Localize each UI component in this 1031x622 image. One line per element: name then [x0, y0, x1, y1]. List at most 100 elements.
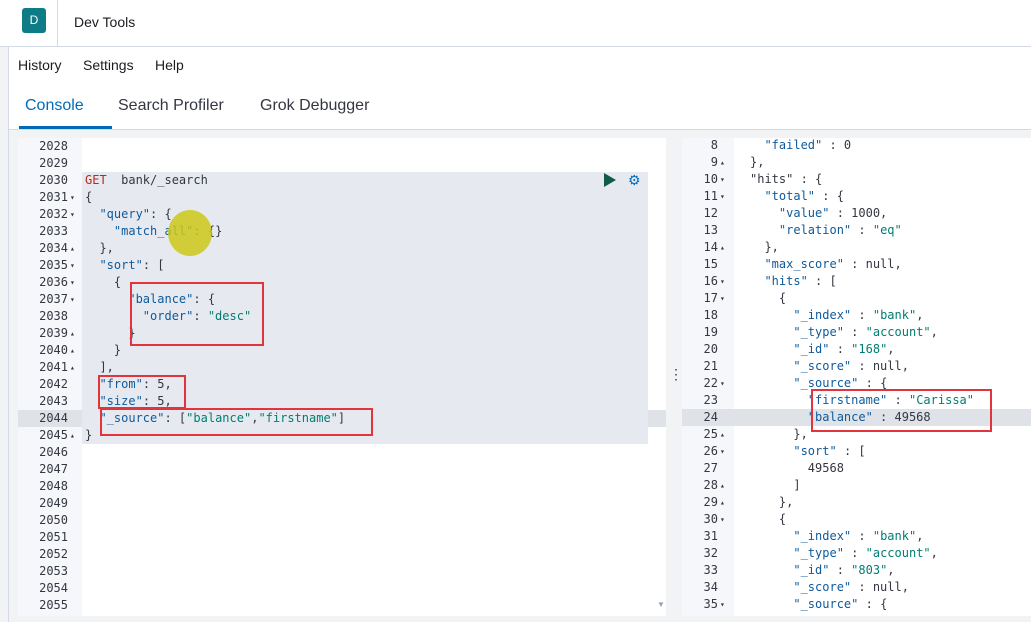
line-number: 16	[703, 274, 718, 288]
fold-collapse-icon[interactable]: ▾	[720, 443, 725, 460]
code-text: "max_score" : null,	[764, 257, 902, 271]
line-number: 10	[703, 172, 718, 186]
code-text: "_id" : "803",	[793, 563, 895, 577]
line-number: 2034	[39, 241, 68, 255]
code-text: },	[85, 241, 114, 255]
fold-collapse-icon[interactable]: ▾	[70, 274, 75, 291]
response-viewer[interactable]: 8 "failed" : 0 9 ▴}, 10 ▾ "hits" : {11 ▾ "tota…	[682, 138, 1031, 616]
line-number: 2041	[39, 360, 68, 374]
line-number: 26	[703, 444, 718, 458]
code-line: 34 "_score" : null,	[682, 579, 1031, 596]
code-line: 15 "max_score" : null,	[682, 256, 1031, 273]
panel-resize-handle-icon[interactable]: ⋮	[669, 366, 683, 383]
app-logo[interactable]: D	[22, 8, 46, 33]
line-number: 2032	[39, 207, 68, 221]
line-number: 2031	[39, 190, 68, 204]
fold-expand-icon[interactable]: ▴	[70, 325, 75, 342]
code-text: "failed" : 0	[764, 138, 852, 152]
line-number: 25	[703, 427, 718, 441]
fold-expand-icon[interactable]: ▴	[70, 359, 75, 376]
highlight-response-source	[811, 389, 992, 432]
fold-collapse-icon[interactable]: ▾	[720, 375, 725, 392]
line-number: 2055	[39, 598, 68, 612]
line-number: 2049	[39, 496, 68, 510]
line-number: 31	[703, 529, 718, 543]
fold-collapse-icon[interactable]: ▾	[720, 273, 725, 290]
fold-expand-icon[interactable]: ▴	[720, 426, 725, 443]
fold-collapse-icon[interactable]: ▾	[720, 511, 725, 528]
code-text: "sort" : [	[793, 444, 866, 458]
line-number: 2053	[39, 564, 68, 578]
fold-collapse-icon[interactable]: ▾	[70, 257, 75, 274]
code-line: 2037 ▾ "balance": {	[18, 291, 666, 308]
fold-collapse-icon[interactable]: ▾	[720, 596, 725, 613]
line-number: 2035	[39, 258, 68, 272]
code-line: 2052	[18, 546, 666, 563]
tab-grok-debugger[interactable]: Grok Debugger	[260, 97, 369, 115]
line-number: 2043	[39, 394, 68, 408]
code-line: 35 ▾ "_source" : {	[682, 596, 1031, 613]
line-number: 20	[703, 342, 718, 356]
line-number: 13	[703, 223, 718, 237]
code-line: 17 ▾ {	[682, 290, 1031, 307]
code-line: 8 "failed" : 0	[682, 138, 1031, 154]
left-edge-divider	[8, 46, 9, 622]
code-line: 2048	[18, 478, 666, 495]
fold-expand-icon[interactable]: ▴	[720, 154, 725, 171]
line-number: 2029	[39, 156, 68, 170]
code-line: 32 "_type" : "account",	[682, 545, 1031, 562]
line-number: 8	[710, 138, 718, 152]
code-text: "_score" : null,	[793, 580, 909, 594]
line-number: 2038	[39, 309, 68, 323]
code-line: 2033 "match_all": {}	[18, 223, 666, 240]
code-line: 2041 ▴ ],	[18, 359, 666, 376]
line-number: 23	[703, 393, 718, 407]
code-line: 29 ▴ },	[682, 494, 1031, 511]
code-text: "sort": [	[99, 258, 165, 272]
line-number: 2040	[39, 343, 68, 357]
fold-collapse-icon[interactable]: ▾	[720, 171, 725, 188]
fold-collapse-icon[interactable]: ▾	[720, 290, 725, 307]
code-line: 14 ▴ },	[682, 239, 1031, 256]
code-line: 2049	[18, 495, 666, 512]
fold-expand-icon[interactable]: ▴	[70, 240, 75, 257]
fold-expand-icon[interactable]: ▴	[720, 494, 725, 511]
code-text: ],	[85, 360, 114, 374]
line-number: 2044	[39, 411, 68, 425]
scroll-down-icon[interactable]: ▼	[657, 600, 665, 609]
code-line: 11 ▾ "total" : {	[682, 188, 1031, 205]
line-number: 35	[703, 597, 718, 611]
fold-collapse-icon[interactable]: ▾	[70, 206, 75, 223]
code-line: 2032 ▾ "query": {	[18, 206, 666, 223]
code-line: 28 ▴ ]	[682, 477, 1031, 494]
app-title: Dev Tools	[74, 14, 136, 30]
code-line: 2051	[18, 529, 666, 546]
line-number: 2033	[39, 224, 68, 238]
wrench-icon[interactable]: ⚙	[628, 172, 641, 189]
menu-settings[interactable]: Settings	[83, 57, 134, 73]
tab-console[interactable]: Console	[25, 97, 84, 115]
fold-collapse-icon[interactable]: ▾	[70, 291, 75, 308]
code-text: "hits" : [	[764, 274, 837, 288]
fold-expand-icon[interactable]: ▴	[70, 342, 75, 359]
code-line: 2036 ▾ {	[18, 274, 666, 291]
fold-expand-icon[interactable]: ▴	[70, 427, 75, 444]
play-icon[interactable]	[604, 173, 616, 187]
fold-collapse-icon[interactable]: ▾	[70, 189, 75, 206]
code-line: 9 ▴},	[682, 154, 1031, 171]
tab-search-profiler[interactable]: Search Profiler	[118, 97, 224, 115]
menu-history[interactable]: History	[18, 57, 62, 73]
code-text: "value" : 1000,	[778, 206, 888, 220]
line-number: 2045	[39, 428, 68, 442]
fold-expand-icon[interactable]: ▴	[720, 239, 725, 256]
code-text: },	[750, 427, 808, 441]
line-number: 2037	[39, 292, 68, 306]
fold-collapse-icon[interactable]: ▾	[720, 188, 725, 205]
line-number: 21	[703, 359, 718, 373]
menu-help[interactable]: Help	[155, 57, 184, 73]
line-number: 17	[703, 291, 718, 305]
code-text: {	[85, 190, 93, 204]
fold-expand-icon[interactable]: ▴	[720, 477, 725, 494]
code-line: 2046	[18, 444, 666, 461]
code-text: "_index" : "bank",	[793, 529, 924, 543]
